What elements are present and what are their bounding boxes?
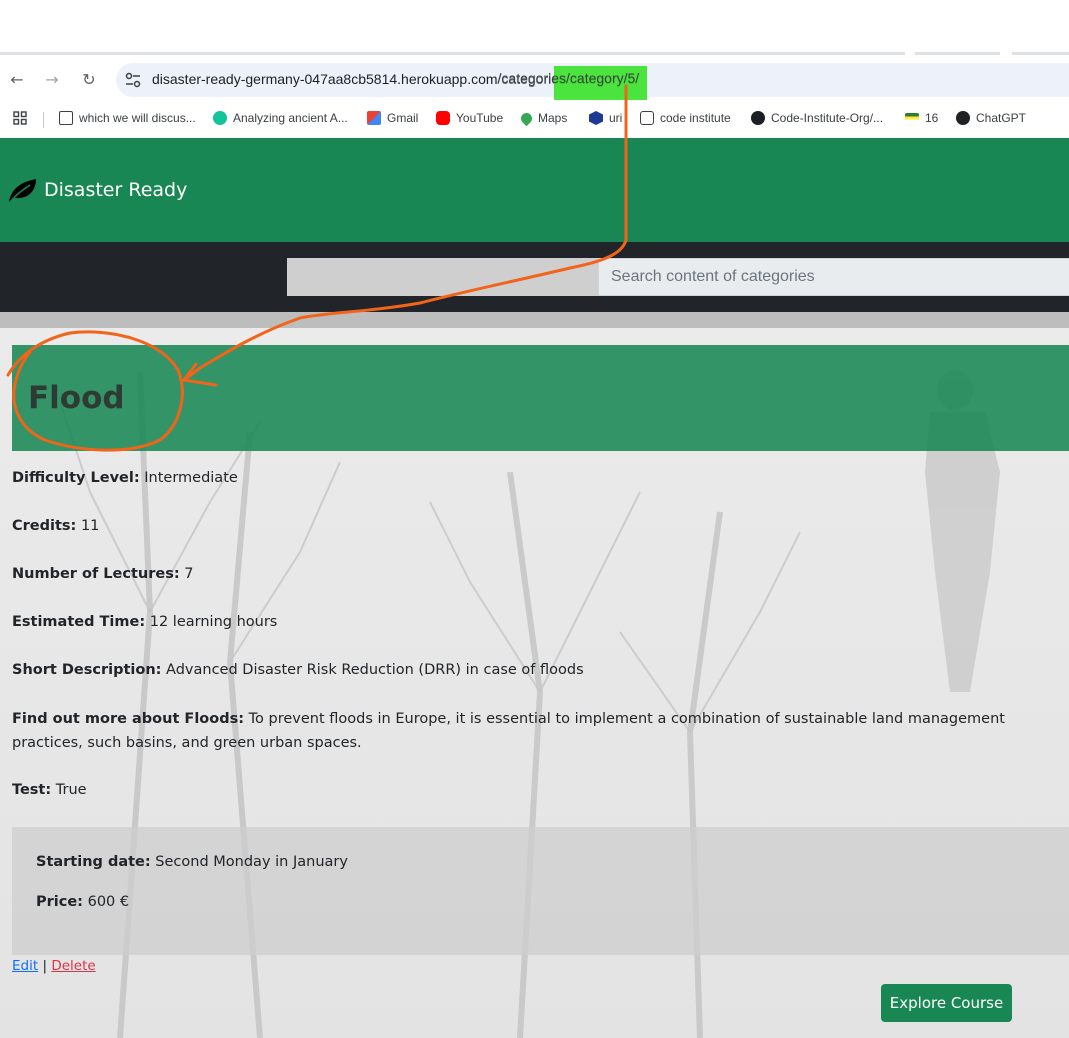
bookmark-label: code institute <box>660 111 731 125</box>
course-info-box: Starting date: Second Monday in January … <box>12 827 1069 955</box>
maps-icon <box>518 110 535 126</box>
site-header: Disaster Ready <box>0 138 1069 242</box>
bookmark-label: ChatGPT <box>976 111 1027 125</box>
tab-strip <box>0 0 1069 53</box>
bookmarks-bar: which we will discus... Analyzing ancien… <box>0 104 1069 132</box>
field-difficulty: Difficulty Level: Intermediate <box>12 470 238 486</box>
field-label: Estimated Time: <box>12 614 146 630</box>
link-separator: | <box>42 958 48 974</box>
site-settings-icon[interactable] <box>124 71 142 89</box>
bookmark-item[interactable]: Code-Institute-Org/... <box>751 109 883 127</box>
address-row: ← → ↻ disaster-ready-germany-047aa8cb581… <box>0 62 1069 98</box>
brand-name: Disaster Ready <box>44 179 188 201</box>
bookmark-item[interactable]: Maps <box>518 109 568 127</box>
field-short-description: Short Description: Advanced Disaster Ris… <box>12 662 584 678</box>
field-label: Test: <box>12 782 52 798</box>
bookmark-item[interactable]: Gmail <box>367 109 418 127</box>
back-arrow-icon[interactable]: ← <box>7 70 27 90</box>
field-label: Difficulty Level: <box>12 470 140 486</box>
url-host: disaster-ready-germany-047aa8cb5814.hero… <box>152 71 498 87</box>
reload-icon[interactable]: ↻ <box>79 70 99 90</box>
bookmark-item[interactable]: uri <box>589 109 622 127</box>
ci-icon <box>640 111 654 125</box>
youtube-icon <box>436 111 450 125</box>
category-detail: Flood Difficulty Level: Intermediate Cre… <box>0 312 1069 1038</box>
field-value: 12 learning hours <box>145 614 278 630</box>
forward-arrow-icon[interactable]: → <box>42 70 62 90</box>
field-value: 11 <box>76 518 100 534</box>
field-value: Intermediate <box>139 470 238 486</box>
brand-link[interactable]: Disaster Ready <box>6 175 187 205</box>
starting-date: Starting date: Second Monday in January <box>36 854 348 870</box>
delete-link[interactable]: Delete <box>51 958 95 974</box>
search-input[interactable] <box>598 258 1069 296</box>
github-icon <box>751 111 765 125</box>
field-credits: Credits: 11 <box>12 518 99 534</box>
doc-icon <box>59 111 73 125</box>
bookmarks-separator <box>43 112 44 128</box>
field-value: Second Monday in January <box>150 854 348 870</box>
field-label: Starting date: <box>36 854 151 870</box>
field-label: Short Description: <box>12 662 162 678</box>
uri-icon <box>589 111 603 125</box>
bookmark-label: uri <box>609 111 623 125</box>
field-label: Number of Lectures: <box>12 566 180 582</box>
field-find-out-more: Find out more about Floods: To prevent f… <box>12 707 1069 755</box>
field-value: True <box>51 782 87 798</box>
field-lectures: Number of Lectures: 7 <box>12 566 193 582</box>
search-prefix <box>287 258 599 296</box>
field-label: Price: <box>36 894 83 910</box>
field-estimated-time: Estimated Time: 12 learning hours <box>12 614 277 630</box>
grammarly-icon <box>213 111 227 125</box>
apps-grid-icon[interactable] <box>12 109 28 127</box>
bookmark-label: YouTube <box>456 111 504 125</box>
bookmark-item[interactable]: YouTube <box>436 109 503 127</box>
bookmark-label: which we will discus... <box>79 111 196 125</box>
field-value: Advanced Disaster Risk Reduction (DRR) i… <box>161 662 584 678</box>
field-test: Test: True <box>12 782 87 798</box>
bookmark-item[interactable]: 16 <box>905 109 938 127</box>
bookmark-label: Gmail <box>387 111 419 125</box>
category-title: Flood <box>28 380 125 416</box>
bookmark-label: 16 <box>925 111 939 125</box>
search-bar <box>0 242 1069 312</box>
bookmark-item[interactable]: which we will discus... <box>59 109 196 127</box>
url-highlight-marker <box>554 66 647 100</box>
admin-links: Edit | Delete <box>12 958 96 974</box>
field-label: Find out more about Floods: <box>12 711 245 727</box>
field-value: 600 € <box>82 894 130 910</box>
bookmark-item[interactable]: ChatGPT <box>956 109 1026 127</box>
field-value: 7 <box>179 566 194 582</box>
bookmark-label: Maps <box>538 111 568 125</box>
edit-link[interactable]: Edit <box>12 958 38 974</box>
field-label: Credits: <box>12 518 77 534</box>
chatgpt-icon <box>956 111 970 125</box>
category-title-box: Flood <box>12 345 1069 451</box>
price: Price: 600 € <box>36 894 129 910</box>
bookmark-label: Analyzing ancient A... <box>233 111 348 125</box>
gmail-icon <box>367 111 381 125</box>
tab-divider <box>0 52 1069 55</box>
bookmark-item[interactable]: code institute <box>640 109 731 127</box>
flag-icon <box>905 113 919 123</box>
bookmark-label: Code-Institute-Org/... <box>771 111 884 125</box>
leaf-icon <box>9 179 36 203</box>
bookmark-item[interactable]: Analyzing ancient A... <box>213 109 348 127</box>
explore-course-button[interactable]: Explore Course <box>881 984 1012 1022</box>
